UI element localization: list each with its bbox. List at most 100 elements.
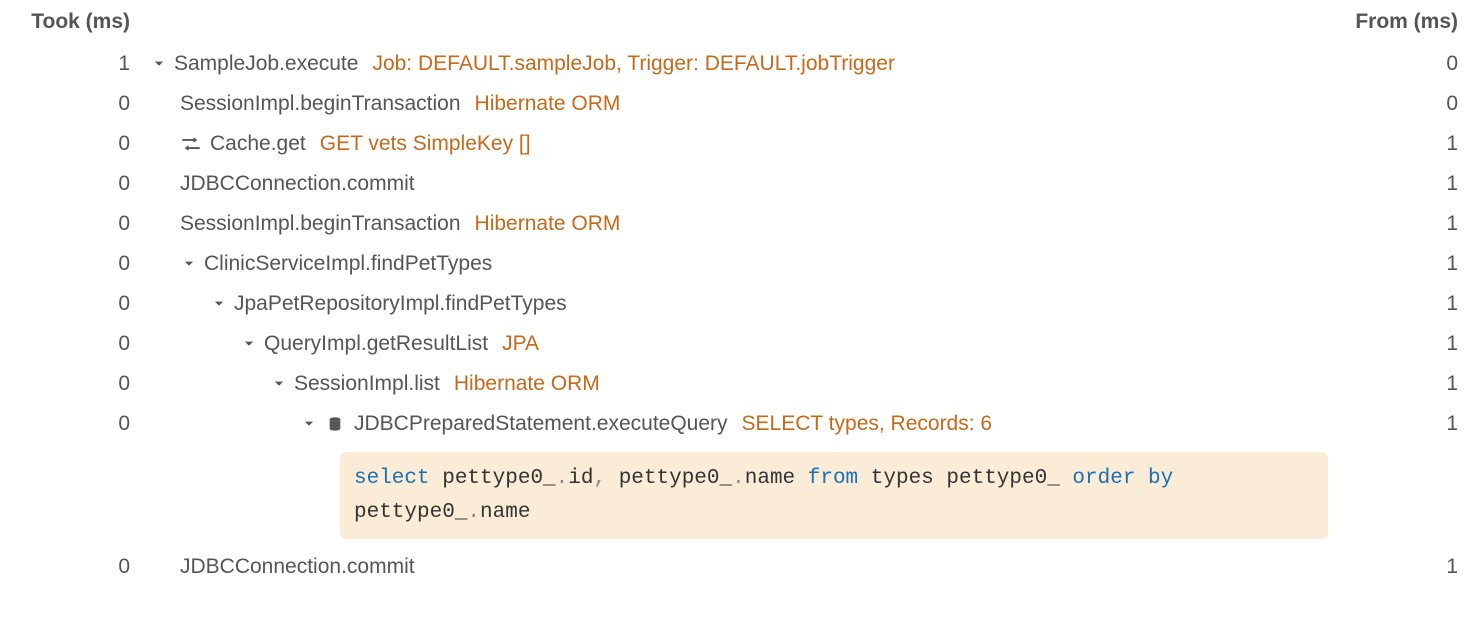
trace-tree: Took (ms) From (ms) 1 SampleJob.execute Jo… [0,0,1478,607]
from-cell: 1 [1338,412,1458,436]
took-cell: 0 [20,412,150,436]
entry-cell: QueryImpl.getResultList JPA [150,332,1338,356]
sql-punct: . [467,501,480,524]
sql-token: id [568,467,593,490]
sql-token [1135,467,1148,490]
database-icon [324,416,346,432]
chevron-down-icon[interactable] [210,297,228,311]
table-row: 0 JDBCPreparedStatement.executeQuery SELEC… [20,404,1458,444]
table-row: 0 JDBCConnection.commit 1 [20,164,1458,204]
trace-entry[interactable]: JDBCConnection.commit [180,555,1338,579]
took-cell: 0 [20,292,150,316]
sql-keyword: select [354,467,430,490]
chevron-down-icon[interactable] [150,57,168,71]
took-cell: 0 [20,555,150,579]
from-cell: 0 [1338,52,1458,76]
from-cell: 1 [1338,292,1458,316]
sql-token: pettype0_ [430,467,556,490]
chevron-down-icon[interactable] [240,337,258,351]
sql-keyword: by [1148,467,1173,490]
from-cell: 1 [1338,132,1458,156]
table-row: 0 SessionImpl.beginTransaction Hibernate O… [20,204,1458,244]
table-row: 0 SessionImpl.beginTransaction Hibernate O… [20,84,1458,124]
entry-detail: Hibernate ORM [475,212,621,236]
entry-cell: ClinicServiceImpl.findPetTypes [150,252,1338,276]
entry-name: JDBCConnection.commit [180,172,415,196]
trace-entry[interactable]: Cache.getGET vets SimpleKey [] [180,132,1338,156]
sql-punct: . [556,467,569,490]
trace-entry[interactable]: SessionImpl.list Hibernate ORM [270,372,1338,396]
entry-cell: JpaPetRepositoryImpl.findPetTypes [150,292,1338,316]
entry-name: SessionImpl.list [294,372,440,396]
entry-detail: Hibernate ORM [454,372,600,396]
table-row: 0 ClinicServiceImpl.findPetTypes 1 [20,244,1458,284]
trace-entry[interactable]: JDBCPreparedStatement.executeQuery SELECT… [300,412,1338,436]
entry-detail: JPA [502,332,539,356]
entry-cell: SessionImpl.list Hibernate ORM [150,372,1338,396]
entry-name: QueryImpl.getResultList [264,332,488,356]
took-cell: 0 [20,252,150,276]
entry-name: JDBCConnection.commit [180,555,415,579]
from-cell: 1 [1338,212,1458,236]
took-cell: 1 [20,52,150,76]
sql-token: pettype0_ [354,501,467,524]
table-row: 0 Cache.getGET vets SimpleKey []1 [20,124,1458,164]
entry-name: Cache.get [210,132,306,156]
table-row: 1 SampleJob.execute Job: DEFAULT.sampleJob… [20,44,1458,84]
entry-detail: Hibernate ORM [475,92,621,116]
entry-name: SampleJob.execute [174,52,358,76]
table-row: 0 QueryImpl.getResultList JPA 1 [20,324,1458,364]
from-cell: 1 [1338,332,1458,356]
trace-entry[interactable]: SampleJob.execute Job: DEFAULT.sampleJob,… [150,52,1338,76]
entry-name: ClinicServiceImpl.findPetTypes [204,252,492,276]
sql-punct: , [593,467,606,490]
took-cell: 0 [20,132,150,156]
from-cell: 0 [1338,92,1458,116]
entry-cell: JDBCPreparedStatement.executeQuery SELECT… [150,412,1338,436]
entry-name: SessionImpl.beginTransaction [180,92,461,116]
trace-entry[interactable]: JDBCConnection.commit [180,172,1338,196]
header-row: Took (ms) From (ms) [20,10,1458,34]
header-from: From (ms) [1338,10,1458,34]
table-row: 0 JDBCConnection.commit 1 [20,547,1458,587]
took-cell: 0 [20,332,150,356]
entry-name: JDBCPreparedStatement.executeQuery [354,412,728,436]
entry-name: SessionImpl.beginTransaction [180,212,461,236]
exchange-icon [180,136,202,152]
from-cell: 1 [1338,555,1458,579]
entry-cell: SampleJob.execute Job: DEFAULT.sampleJob,… [150,52,1338,76]
from-cell: 1 [1338,172,1458,196]
trace-entry[interactable]: QueryImpl.getResultList JPA [240,332,1338,356]
sql-token: name [480,501,530,524]
entry-cell: JDBCConnection.commit [150,172,1338,196]
took-cell: 0 [20,212,150,236]
sql-keyword: order [1072,467,1135,490]
sql-keyword: from [808,467,858,490]
entry-cell: SessionImpl.beginTransaction Hibernate OR… [150,212,1338,236]
entry-detail: SELECT types, Records: 6 [742,412,993,436]
trace-entry[interactable]: SessionImpl.beginTransaction Hibernate OR… [180,212,1338,236]
took-cell: 0 [20,172,150,196]
chevron-down-icon[interactable] [180,257,198,271]
entry-detail: Job: DEFAULT.sampleJob, Trigger: DEFAULT… [372,52,894,76]
took-cell: 0 [20,92,150,116]
from-cell: 1 [1338,252,1458,276]
sql-token: name [745,467,808,490]
entry-name: JpaPetRepositoryImpl.findPetTypes [234,292,567,316]
took-cell: 0 [20,372,150,396]
header-spacer [150,10,1338,34]
chevron-down-icon[interactable] [300,417,318,431]
chevron-down-icon[interactable] [270,377,288,391]
table-row: 0 SessionImpl.list Hibernate ORM 1 [20,364,1458,404]
trace-entry[interactable]: ClinicServiceImpl.findPetTypes [180,252,1338,276]
sql-cell: select pettype0_.id, pettype0_.name from… [150,452,1338,539]
sql-token: pettype0_ [606,467,732,490]
entry-cell: JDBCConnection.commit [150,555,1338,579]
sql-token: types pettype0_ [858,467,1072,490]
trace-entry[interactable]: JpaPetRepositoryImpl.findPetTypes [210,292,1338,316]
sql-row: select pettype0_.id, pettype0_.name from… [20,444,1458,547]
trace-entry[interactable]: SessionImpl.beginTransaction Hibernate OR… [180,92,1338,116]
sql-query-block[interactable]: select pettype0_.id, pettype0_.name from… [340,452,1328,539]
header-took: Took (ms) [20,10,150,34]
from-cell: 1 [1338,372,1458,396]
